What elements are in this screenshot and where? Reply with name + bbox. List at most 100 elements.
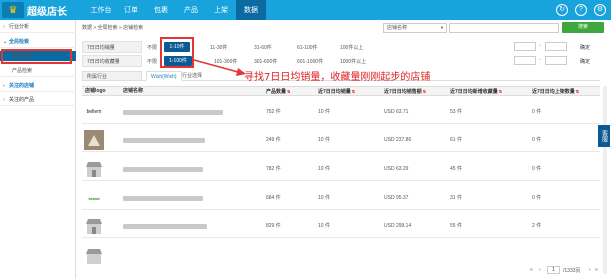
cell-listed: 0 件 (532, 137, 542, 143)
filter-option-any[interactable]: 不限 (147, 44, 157, 51)
page-input[interactable]: 1 (547, 266, 560, 274)
col-revenue[interactable]: 近7日日均销售额⇅ (384, 87, 426, 97)
confirm-button[interactable]: 确定 (580, 58, 590, 65)
cell-sales: 10 件 (318, 109, 330, 115)
store-icon (86, 219, 102, 234)
shop-name-redacted[interactable] (123, 167, 203, 172)
sidebar-item-product-search[interactable]: 产品检索 (0, 66, 76, 77)
scrollbar[interactable] (603, 86, 607, 274)
cell-listed: 0 件 (532, 109, 542, 115)
next-page-button[interactable]: » (595, 267, 598, 273)
tab-industry-select[interactable]: 行业选择 (178, 71, 206, 81)
cell-products: 684 件 (266, 195, 281, 201)
filter-label-daily-sales: 7日日均销量 (82, 41, 142, 53)
filter-option[interactable]: 31-60件 (254, 44, 272, 51)
cell-revenue: USD 63.29 (384, 166, 409, 172)
cell-sales: 10 件 (318, 166, 330, 172)
nav-listing[interactable]: 上架 (206, 0, 236, 20)
cell-revenue: USD 95.37 (384, 195, 409, 201)
cell-revenue: USD 237.86 (384, 137, 412, 143)
filter-option[interactable]: 11-30件 (210, 44, 227, 51)
cell-fav: 31 件 (450, 195, 462, 201)
col-fav[interactable]: 近7日日均新增收藏量⇅ (450, 87, 502, 97)
col-products[interactable]: 产品数量⇅ (266, 87, 290, 97)
nav-data[interactable]: 数据 (236, 0, 266, 20)
filter-option[interactable]: 61-100件 (297, 44, 318, 51)
cell-products: 249 件 (266, 137, 281, 143)
table-row[interactable]: 782 件 10 件 USD 63.29 45 件 0 件 (82, 157, 600, 181)
filter-option[interactable]: 301-600件 (254, 58, 277, 65)
sidebar-item-label: 关注的店铺 (9, 83, 35, 89)
col-name: 店铺名称 (123, 88, 144, 94)
range-max-input[interactable] (545, 56, 567, 65)
col-label: 近7日日均新增收藏量 (450, 89, 498, 95)
sidebar-item-industry[interactable]: › 行业分析 (0, 22, 76, 33)
filter-option-any[interactable]: 不限 (147, 58, 157, 65)
sort-icon: ⇅ (575, 89, 580, 94)
side-tab-label: 客服 (600, 130, 607, 142)
col-listed[interactable]: 近7日日均上架数量⇅ (532, 87, 579, 97)
settings-icon[interactable]: ⚙ (594, 4, 606, 16)
shop-logo: brand (84, 188, 104, 208)
filter-option[interactable]: 1000件以上 (340, 58, 366, 65)
prev-page-button[interactable]: « (530, 267, 533, 273)
table-row[interactable]: 829 件 10 件 USD 299.14 55 件 2 件 (82, 214, 600, 238)
cell-sales: 10 件 (318, 137, 330, 143)
highlight-box (1, 49, 72, 64)
photo-thumbnail-icon (84, 130, 104, 150)
search-button[interactable]: 搜索 (562, 22, 604, 33)
help-icon[interactable]: ? (575, 4, 587, 16)
table-row[interactable]: 249 件 10 件 USD 237.86 61 件 0 件 (82, 128, 600, 152)
nav-products[interactable]: 产品 (176, 0, 206, 20)
shop-name-redacted[interactable] (123, 224, 207, 229)
table-row[interactable]: bellem 752 件 10 件 USD 63.71 53 件 0 件 (82, 100, 600, 124)
select-value: 店铺名称 (387, 25, 408, 31)
table-row[interactable]: brand 684 件 10 件 USD 95.37 31 件 0 件 (82, 186, 600, 210)
nav-packages[interactable]: 包裹 (146, 0, 176, 20)
sidebar-group-global-search[interactable]: ⌄ 全局检索 (0, 37, 76, 48)
cell-fav: 53 件 (450, 109, 462, 115)
range-max-input[interactable] (545, 42, 567, 51)
next-icon[interactable]: › (589, 267, 591, 273)
shop-name-redacted[interactable] (123, 110, 223, 115)
breadcrumb: 数据 » 全局检索 » 店铺检索 (82, 25, 144, 31)
sidebar-item-label: 行业分析 (9, 24, 30, 30)
tab-industry[interactable]: 所属行业 (82, 71, 142, 81)
sidebar-item-followed-products[interactable]: › 关注的产品 (0, 95, 76, 106)
prev-icon[interactable]: ‹ (539, 267, 541, 273)
refresh-icon[interactable]: ↻ (556, 4, 568, 16)
table-header: 店铺logo 店铺名称 产品数量⇅ 近7日日均销量⇅ 近7日日均销售额⇅ 近7日… (82, 86, 600, 96)
tab-wish[interactable]: Wish(Wish) (146, 71, 182, 81)
range-min-input[interactable] (514, 56, 536, 65)
nav-workbench[interactable]: 工作台 (86, 0, 116, 20)
search-field-select[interactable]: 店铺名称 ▼ (383, 23, 447, 33)
nav-orders[interactable]: 订单 (116, 0, 146, 20)
cell-products: 782 件 (266, 166, 281, 172)
logo[interactable]: ♛ 超级店长 (2, 1, 67, 19)
sort-icon: ⇅ (422, 89, 427, 94)
shop-name-redacted[interactable] (123, 196, 203, 201)
annotation-text: 寻找7日日均销量，收藏量刚刚起步的店铺 (244, 72, 431, 83)
highlight-box (160, 37, 194, 68)
customer-service-tab[interactable]: 客服 (598, 125, 610, 147)
cell-listed: 2 件 (532, 223, 542, 229)
sidebar-group-followed-shops[interactable]: › 关注的店铺 (0, 81, 76, 92)
cell-revenue: USD 299.14 (384, 223, 412, 229)
cell-listed: 0 件 (532, 166, 542, 172)
sort-icon: ⇅ (498, 89, 503, 94)
crown-icon: ♛ (2, 2, 24, 18)
shop-logo (84, 159, 104, 179)
col-sales[interactable]: 近7日日均销量⇅ (318, 87, 355, 97)
cell-sales: 10 件 (318, 223, 330, 229)
range-min-input[interactable] (514, 42, 536, 51)
search-input[interactable] (449, 23, 559, 33)
filter-option[interactable]: 601-1000件 (297, 58, 323, 65)
cell-fav: 55 件 (450, 223, 462, 229)
filter-option[interactable]: 100件以上 (340, 44, 363, 51)
shop-name-redacted[interactable] (123, 138, 205, 143)
shop-logo: bellem (84, 102, 104, 122)
confirm-button[interactable]: 确定 (580, 44, 590, 51)
top-bar: ♛ 超级店长 工作台 订单 包裹 产品 上架 数据 ↻ ? ⚙ (0, 0, 611, 20)
page-total: /1333页 (563, 268, 581, 274)
table-row[interactable] (82, 243, 600, 264)
